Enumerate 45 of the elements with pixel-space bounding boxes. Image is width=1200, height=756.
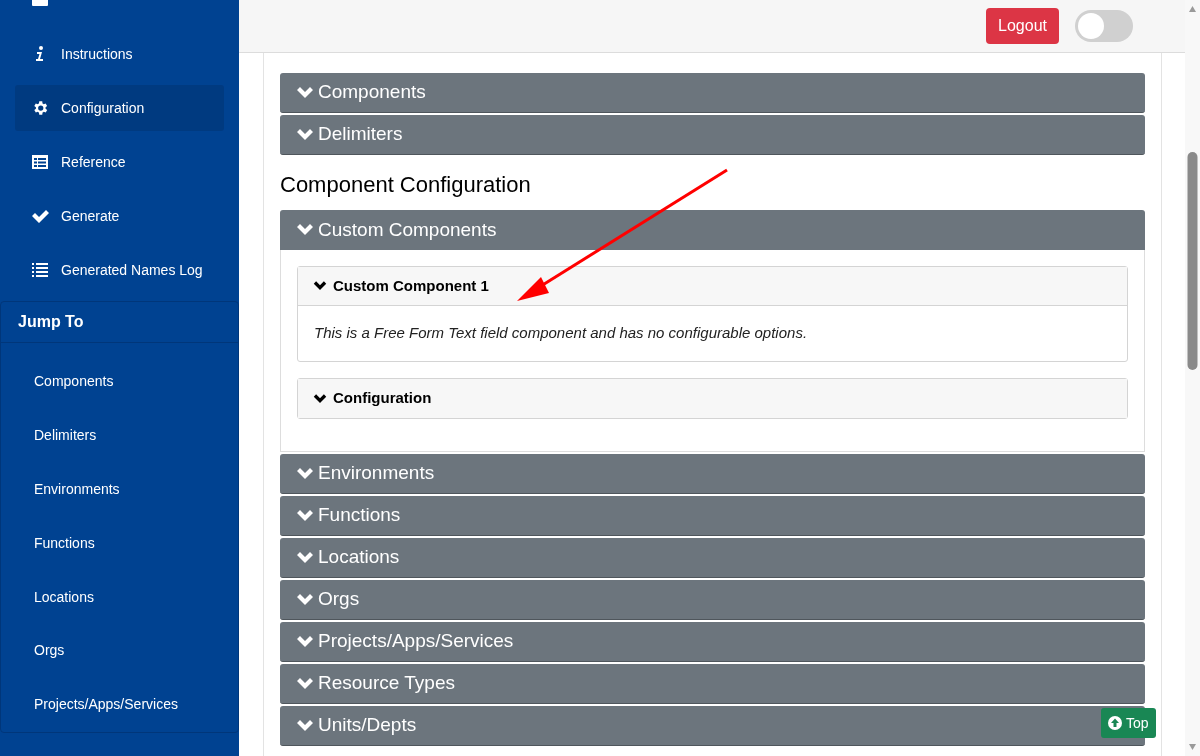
arrow-up-circle-icon: [1108, 716, 1122, 730]
sidebar-item[interactable]: Generated Names Log: [15, 247, 224, 293]
toggle-switch[interactable]: [1075, 10, 1133, 42]
list-icon: [31, 261, 49, 279]
accordion-header[interactable]: Resource Types: [280, 664, 1145, 704]
chevron-down-icon: [313, 393, 327, 404]
chevron-down-icon: [296, 719, 314, 732]
accordion-header[interactable]: Environments: [280, 454, 1145, 494]
top-button[interactable]: Top: [1101, 708, 1156, 738]
jump-link[interactable]: Orgs: [34, 640, 65, 662]
accordion-header[interactable]: Delimiters: [280, 115, 1145, 155]
jump-link[interactable]: Projects/Apps/Services: [34, 694, 178, 716]
jump-link[interactable]: Delimiters: [34, 425, 97, 447]
jump-to-title: Jump To: [18, 312, 84, 332]
chevron-down-icon: [296, 224, 314, 236]
chevron-down-icon: [296, 509, 314, 522]
chevron-down-icon: [296, 551, 314, 564]
jump-link[interactable]: Locations: [34, 586, 94, 608]
accordion-header[interactable]: Components: [280, 73, 1145, 113]
chevron-down-icon: [296, 86, 314, 99]
chevron-down-icon: [296, 593, 314, 606]
sidebar-item[interactable]: Instructions: [15, 31, 224, 77]
chevron-down-icon: [296, 677, 314, 690]
checkmark-icon: [31, 207, 49, 225]
jump-link[interactable]: Environments: [34, 479, 120, 500]
card-description: This is a Free Form Text field component and has no configurable options.: [314, 323, 808, 344]
card-header[interactable]: Custom Component 1: [298, 267, 1127, 306]
section-heading: Component Configuration: [280, 171, 532, 199]
jump-link[interactable]: Functions: [34, 532, 95, 554]
card-header[interactable]: Configuration: [298, 379, 1127, 418]
accordion-header[interactable]: Projects/Apps/Services: [280, 622, 1145, 662]
logout-button[interactable]: Logout: [986, 8, 1059, 44]
accordion-header[interactable]: Custom Components: [280, 210, 1145, 250]
jump-link[interactable]: Components: [34, 371, 114, 393]
table-icon: [31, 153, 49, 171]
sidebar-item[interactable]: Reference: [15, 139, 224, 185]
sidebar-item[interactable]: Configuration: [15, 85, 224, 131]
sidebar-item[interactable]: Generate: [15, 193, 224, 239]
accordion-header[interactable]: Functions: [280, 496, 1145, 536]
chevron-down-icon: [296, 635, 314, 648]
chevron-down-icon: [296, 128, 314, 141]
chevron-down-icon: [296, 467, 314, 480]
chevron-down-icon: [313, 281, 327, 291]
accordion-header[interactable]: Locations: [280, 538, 1145, 578]
accordion-header[interactable]: Orgs: [280, 580, 1145, 620]
